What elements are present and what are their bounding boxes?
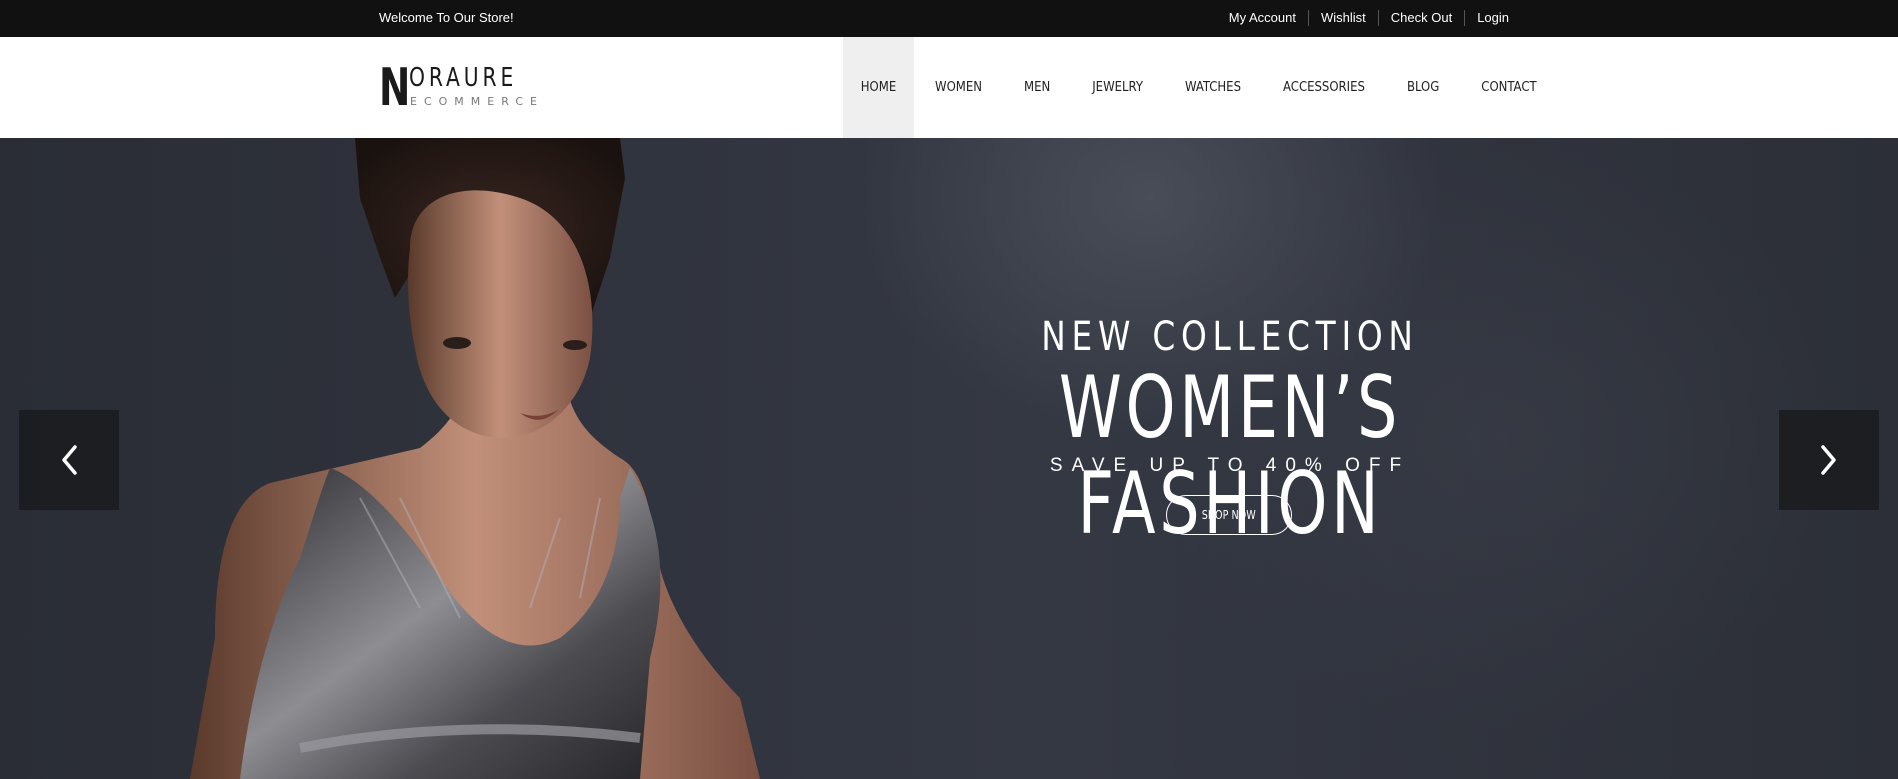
nav-women[interactable]: WOMEN bbox=[914, 37, 1003, 138]
shop-now-button[interactable]: SHOP NOW bbox=[1166, 495, 1292, 535]
logo-wordmark: ORAURE bbox=[409, 63, 518, 93]
hero-slider: NEW COLLECTION WOMEN’S FASHION SAVE UP T… bbox=[0, 138, 1898, 779]
login-link[interactable]: Login bbox=[1464, 10, 1509, 26]
shop-now-label: SHOP NOW bbox=[1202, 508, 1256, 522]
logo-initial: N bbox=[379, 58, 411, 118]
top-bar: Welcome To Our Store! My Account Wishlis… bbox=[0, 0, 1898, 37]
nav-contact[interactable]: CONTACT bbox=[1460, 37, 1557, 138]
hero-subline: SAVE UP TO 40% OFF bbox=[1049, 455, 1411, 476]
welcome-message: Welcome To Our Store! bbox=[379, 10, 514, 25]
checkout-link[interactable]: Check Out bbox=[1377, 10, 1464, 26]
chevron-left-icon bbox=[62, 445, 77, 475]
hero-kicker: NEW COLLECTION bbox=[1041, 314, 1419, 360]
account-links: My Account Wishlist Check Out Login bbox=[1217, 10, 1509, 26]
main-nav: HOME WOMEN MEN JEWELRY WATCHES ACCESSORI… bbox=[843, 37, 1558, 138]
slider-next-button[interactable] bbox=[1779, 410, 1879, 510]
slider-prev-button[interactable] bbox=[19, 410, 119, 510]
site-header: N ORAURE ECOMMERCE HOME WOMEN MEN JEWELR… bbox=[0, 37, 1898, 138]
nav-blog[interactable]: BLOG bbox=[1386, 37, 1460, 138]
my-account-link[interactable]: My Account bbox=[1217, 10, 1308, 26]
nav-home[interactable]: HOME bbox=[843, 37, 914, 138]
store-logo[interactable]: N ORAURE ECOMMERCE bbox=[379, 58, 537, 118]
chevron-right-icon bbox=[1821, 445, 1836, 475]
nav-men[interactable]: MEN bbox=[1003, 37, 1071, 138]
nav-watches[interactable]: WATCHES bbox=[1164, 37, 1262, 138]
nav-accessories[interactable]: ACCESSORIES bbox=[1262, 37, 1386, 138]
nav-jewelry[interactable]: JEWELRY bbox=[1071, 37, 1164, 138]
wishlist-link[interactable]: Wishlist bbox=[1307, 10, 1378, 26]
